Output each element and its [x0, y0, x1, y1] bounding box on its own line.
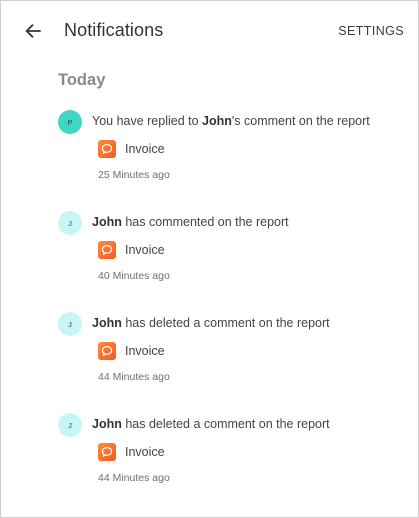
timestamp: 44 Minutes ago — [98, 472, 170, 484]
page-title: Notifications — [64, 20, 164, 40]
notification-message: John has deleted a comment on the report — [92, 316, 330, 330]
notification-item[interactable]: J John has deleted a comment on the repo… — [58, 312, 403, 402]
app-header: Notifications SETTINGS — [1, 1, 418, 61]
user-name[interactable]: John — [92, 316, 122, 330]
chat-bubble-icon — [98, 443, 116, 461]
attachment-link[interactable]: Invoice — [98, 139, 165, 159]
attachment-label: Invoice — [125, 243, 165, 257]
notification-item[interactable]: J John has commented on the report Invoi… — [58, 211, 403, 301]
message-text: has commented on the report — [121, 215, 289, 229]
attachment-link[interactable]: Invoice — [98, 240, 165, 260]
notification-message: You have replied to John's comment on th… — [92, 114, 370, 128]
avatar: J — [58, 413, 82, 437]
chat-bubble-icon — [98, 342, 116, 360]
arrow-left-icon — [25, 24, 41, 38]
notification-message: John has commented on the report — [92, 215, 289, 229]
avatar: J — [58, 211, 82, 235]
timestamp: 25 Minutes ago — [98, 169, 170, 181]
chat-bubble-icon — [98, 140, 116, 158]
attachment-label: Invoice — [125, 445, 165, 459]
user-name[interactable]: John — [92, 215, 122, 229]
message-text: has deleted a comment on the report — [121, 316, 330, 330]
back-button[interactable] — [19, 17, 47, 45]
chat-bubble-icon — [98, 241, 116, 259]
section-title-today: Today — [58, 71, 106, 89]
message-text: 's comment on the report — [231, 114, 370, 128]
attachment-link[interactable]: Invoice — [98, 442, 165, 462]
message-text: You have replied to — [92, 114, 203, 128]
notification-item[interactable]: P You have replied to John's comment on … — [58, 110, 403, 200]
notification-message: John has deleted a comment on the report — [92, 417, 330, 431]
notification-item[interactable]: J John has deleted a comment on the repo… — [58, 413, 403, 503]
user-name[interactable]: John — [202, 114, 232, 128]
attachment-label: Invoice — [125, 344, 165, 358]
timestamp: 40 Minutes ago — [98, 270, 170, 282]
avatar: P — [58, 110, 82, 134]
notifications-panel: Notifications SETTINGS Today P You have … — [0, 0, 419, 518]
timestamp: 44 Minutes ago — [98, 371, 170, 383]
attachment-link[interactable]: Invoice — [98, 341, 165, 361]
attachment-label: Invoice — [125, 142, 165, 156]
user-name[interactable]: John — [92, 417, 122, 431]
avatar: J — [58, 312, 82, 336]
settings-button[interactable]: SETTINGS — [338, 24, 404, 38]
message-text: has deleted a comment on the report — [121, 417, 330, 431]
